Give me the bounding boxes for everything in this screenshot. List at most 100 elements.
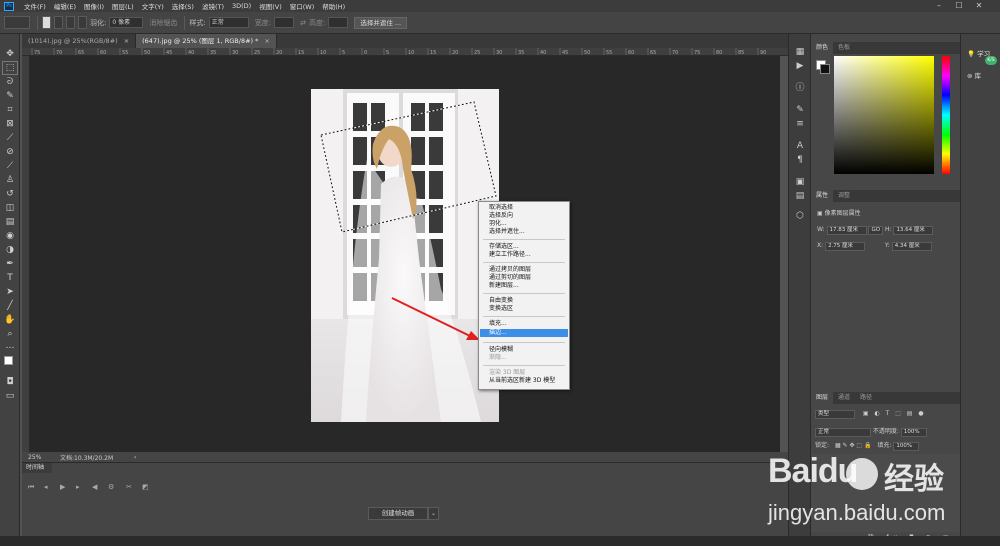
- menu-item-feather[interactable]: 羽化...: [480, 220, 568, 228]
- history-icon[interactable]: ▦: [793, 46, 807, 58]
- 3d-icon[interactable]: ⬡: [793, 210, 807, 222]
- marquee-tool-icon[interactable]: ⬚: [2, 61, 18, 75]
- tab-adjustments[interactable]: 调整: [833, 190, 855, 202]
- menu-edit[interactable]: 编辑(E): [50, 1, 80, 11]
- subtract-selection-icon[interactable]: [66, 16, 75, 29]
- y-field[interactable]: 4.34 厘米: [891, 242, 932, 251]
- lock-icons[interactable]: ▦ ✎ ✥ ⬚ 🔒: [835, 442, 872, 449]
- pen-tool-icon[interactable]: ✒: [3, 258, 17, 270]
- add-selection-icon[interactable]: [54, 16, 63, 29]
- character-icon[interactable]: A: [793, 140, 807, 152]
- type-tool-icon[interactable]: T: [3, 272, 17, 284]
- menu-item-select-inverse[interactable]: 选择反向: [480, 212, 568, 220]
- menu-item-new-layer[interactable]: 新建图层...: [480, 282, 568, 290]
- create-frame-animation-button[interactable]: 创建帧动画: [368, 507, 428, 520]
- stamp-tool-icon[interactable]: ♙: [3, 174, 17, 186]
- dodge-tool-icon[interactable]: ◑: [3, 244, 17, 256]
- audio-icon[interactable]: ◀: [92, 483, 97, 491]
- menu-item-layer-via-cut[interactable]: 通过剪切的图层: [480, 274, 568, 282]
- play-icon[interactable]: ▶: [60, 483, 65, 491]
- menu-type[interactable]: 文字(Y): [138, 1, 168, 11]
- shape-tool-icon[interactable]: ╱: [3, 300, 17, 312]
- next-frame-icon[interactable]: ▸: [76, 483, 80, 491]
- menu-image[interactable]: 图像(I): [80, 1, 108, 11]
- menu-select[interactable]: 选择(S): [168, 1, 198, 11]
- foreground-color-swatch[interactable]: [4, 356, 13, 365]
- brush-settings-icon[interactable]: ✎: [793, 104, 807, 116]
- zoom-tool-icon[interactable]: ⌕: [3, 328, 17, 340]
- opacity-field[interactable]: 100%: [900, 428, 927, 437]
- menu-item-layer-via-copy[interactable]: 通过拷贝的图层: [480, 266, 568, 274]
- select-and-mask-button[interactable]: 选择并遮住 ...: [354, 16, 408, 29]
- height-field[interactable]: 13.64 厘米: [893, 226, 934, 235]
- tab-document-647[interactable]: (647).jpg @ 25% (图层 1, RGB/8#) * ×: [136, 34, 277, 48]
- healing-tool-icon[interactable]: ⊘: [3, 146, 17, 158]
- style-select[interactable]: 正常: [208, 17, 249, 28]
- blur-tool-icon[interactable]: ◉: [3, 230, 17, 242]
- more-tools-icon[interactable]: …: [3, 340, 17, 352]
- feather-input[interactable]: 0 像素: [109, 17, 144, 28]
- notes-icon[interactable]: ▤: [793, 190, 807, 202]
- background-color-swatch[interactable]: [820, 64, 830, 74]
- lasso-tool-icon[interactable]: ᘐ: [3, 76, 17, 88]
- menu-3d[interactable]: 3D(D): [228, 2, 255, 10]
- intersect-selection-icon[interactable]: [78, 16, 87, 29]
- menu-item-select-and-mask[interactable]: 选择并遮住...: [480, 228, 568, 236]
- zoom-level[interactable]: 25%: [22, 454, 60, 461]
- close-window-button[interactable]: ✕: [970, 1, 988, 11]
- tab-document-1014[interactable]: (1014).jpg @ 25%(RGB/8#) ×: [22, 34, 137, 48]
- document-image[interactable]: [311, 89, 499, 422]
- history-brush-icon[interactable]: ↺: [3, 188, 17, 200]
- tab-paths[interactable]: 路径: [855, 392, 877, 404]
- hue-slider[interactable]: [942, 56, 950, 174]
- gradient-tool-icon[interactable]: ▤: [3, 216, 17, 228]
- menu-item-fill[interactable]: 填充...: [480, 320, 568, 328]
- tab-layers[interactable]: 图层: [811, 392, 834, 404]
- path-select-tool-icon[interactable]: ➤: [3, 286, 17, 298]
- libraries-panel-button[interactable]: ⊚ 库: [967, 70, 981, 80]
- minimize-button[interactable]: –: [930, 1, 948, 11]
- menu-item-transform-selection[interactable]: 变换选区: [480, 305, 568, 313]
- prev-frame-icon[interactable]: ◂: [44, 483, 48, 491]
- glyphs-icon[interactable]: ▣: [793, 176, 807, 188]
- menu-item-save-selection[interactable]: 存储选区...: [480, 243, 568, 251]
- adjust-icon[interactable]: ≡: [793, 118, 807, 130]
- antialias-checkbox[interactable]: 消除锯齿: [149, 18, 177, 28]
- eyedropper-tool-icon[interactable]: ⟋: [3, 132, 17, 144]
- menu-item-radial-blur[interactable]: 径向模糊: [480, 346, 568, 354]
- split-icon[interactable]: ✂: [126, 483, 132, 491]
- crop-tool-icon[interactable]: ⌗: [3, 104, 17, 116]
- kind-filter-select[interactable]: 类型: [815, 410, 855, 419]
- close-icon[interactable]: ×: [264, 37, 269, 45]
- height-input[interactable]: [328, 17, 349, 28]
- transition-icon[interactable]: ◩: [142, 483, 149, 491]
- paragraph-icon[interactable]: ¶: [793, 154, 807, 166]
- menu-filter[interactable]: 滤镜(T): [198, 1, 228, 11]
- hand-tool-icon[interactable]: ✋: [3, 314, 17, 326]
- width-input[interactable]: [274, 17, 295, 28]
- tab-properties[interactable]: 属性: [811, 190, 834, 202]
- swap-icon[interactable]: ⇄: [300, 19, 306, 27]
- menu-help[interactable]: 帮助(H): [318, 1, 349, 11]
- blend-mode-select[interactable]: 正常: [815, 428, 871, 437]
- layers-list[interactable]: [811, 454, 961, 532]
- tab-color[interactable]: 颜色: [811, 42, 834, 54]
- menu-item-deselect[interactable]: 取消选择: [480, 204, 568, 212]
- brush-tool-icon[interactable]: ⟋: [3, 160, 17, 172]
- close-icon[interactable]: ×: [124, 37, 129, 45]
- new-selection-icon[interactable]: [42, 16, 51, 29]
- first-frame-icon[interactable]: ⏮: [28, 483, 34, 492]
- menu-view[interactable]: 视图(V): [255, 1, 286, 11]
- menu-file[interactable]: 文件(F): [20, 1, 50, 11]
- menu-item-free-transform[interactable]: 自由变换: [480, 297, 568, 305]
- tab-channels[interactable]: 通道: [833, 392, 855, 404]
- width-field[interactable]: 17.83 厘米: [826, 226, 867, 235]
- color-picker-field[interactable]: [834, 56, 934, 174]
- x-field[interactable]: 2.75 厘米: [825, 242, 866, 251]
- actions-play-icon[interactable]: ▶: [793, 60, 807, 72]
- menu-window[interactable]: 窗口(W): [286, 1, 319, 11]
- fill-field[interactable]: 100%: [893, 442, 920, 451]
- settings-icon[interactable]: ⚙: [108, 483, 114, 491]
- quick-select-tool-icon[interactable]: ✎: [3, 90, 17, 102]
- move-tool-icon[interactable]: ✥: [3, 48, 17, 60]
